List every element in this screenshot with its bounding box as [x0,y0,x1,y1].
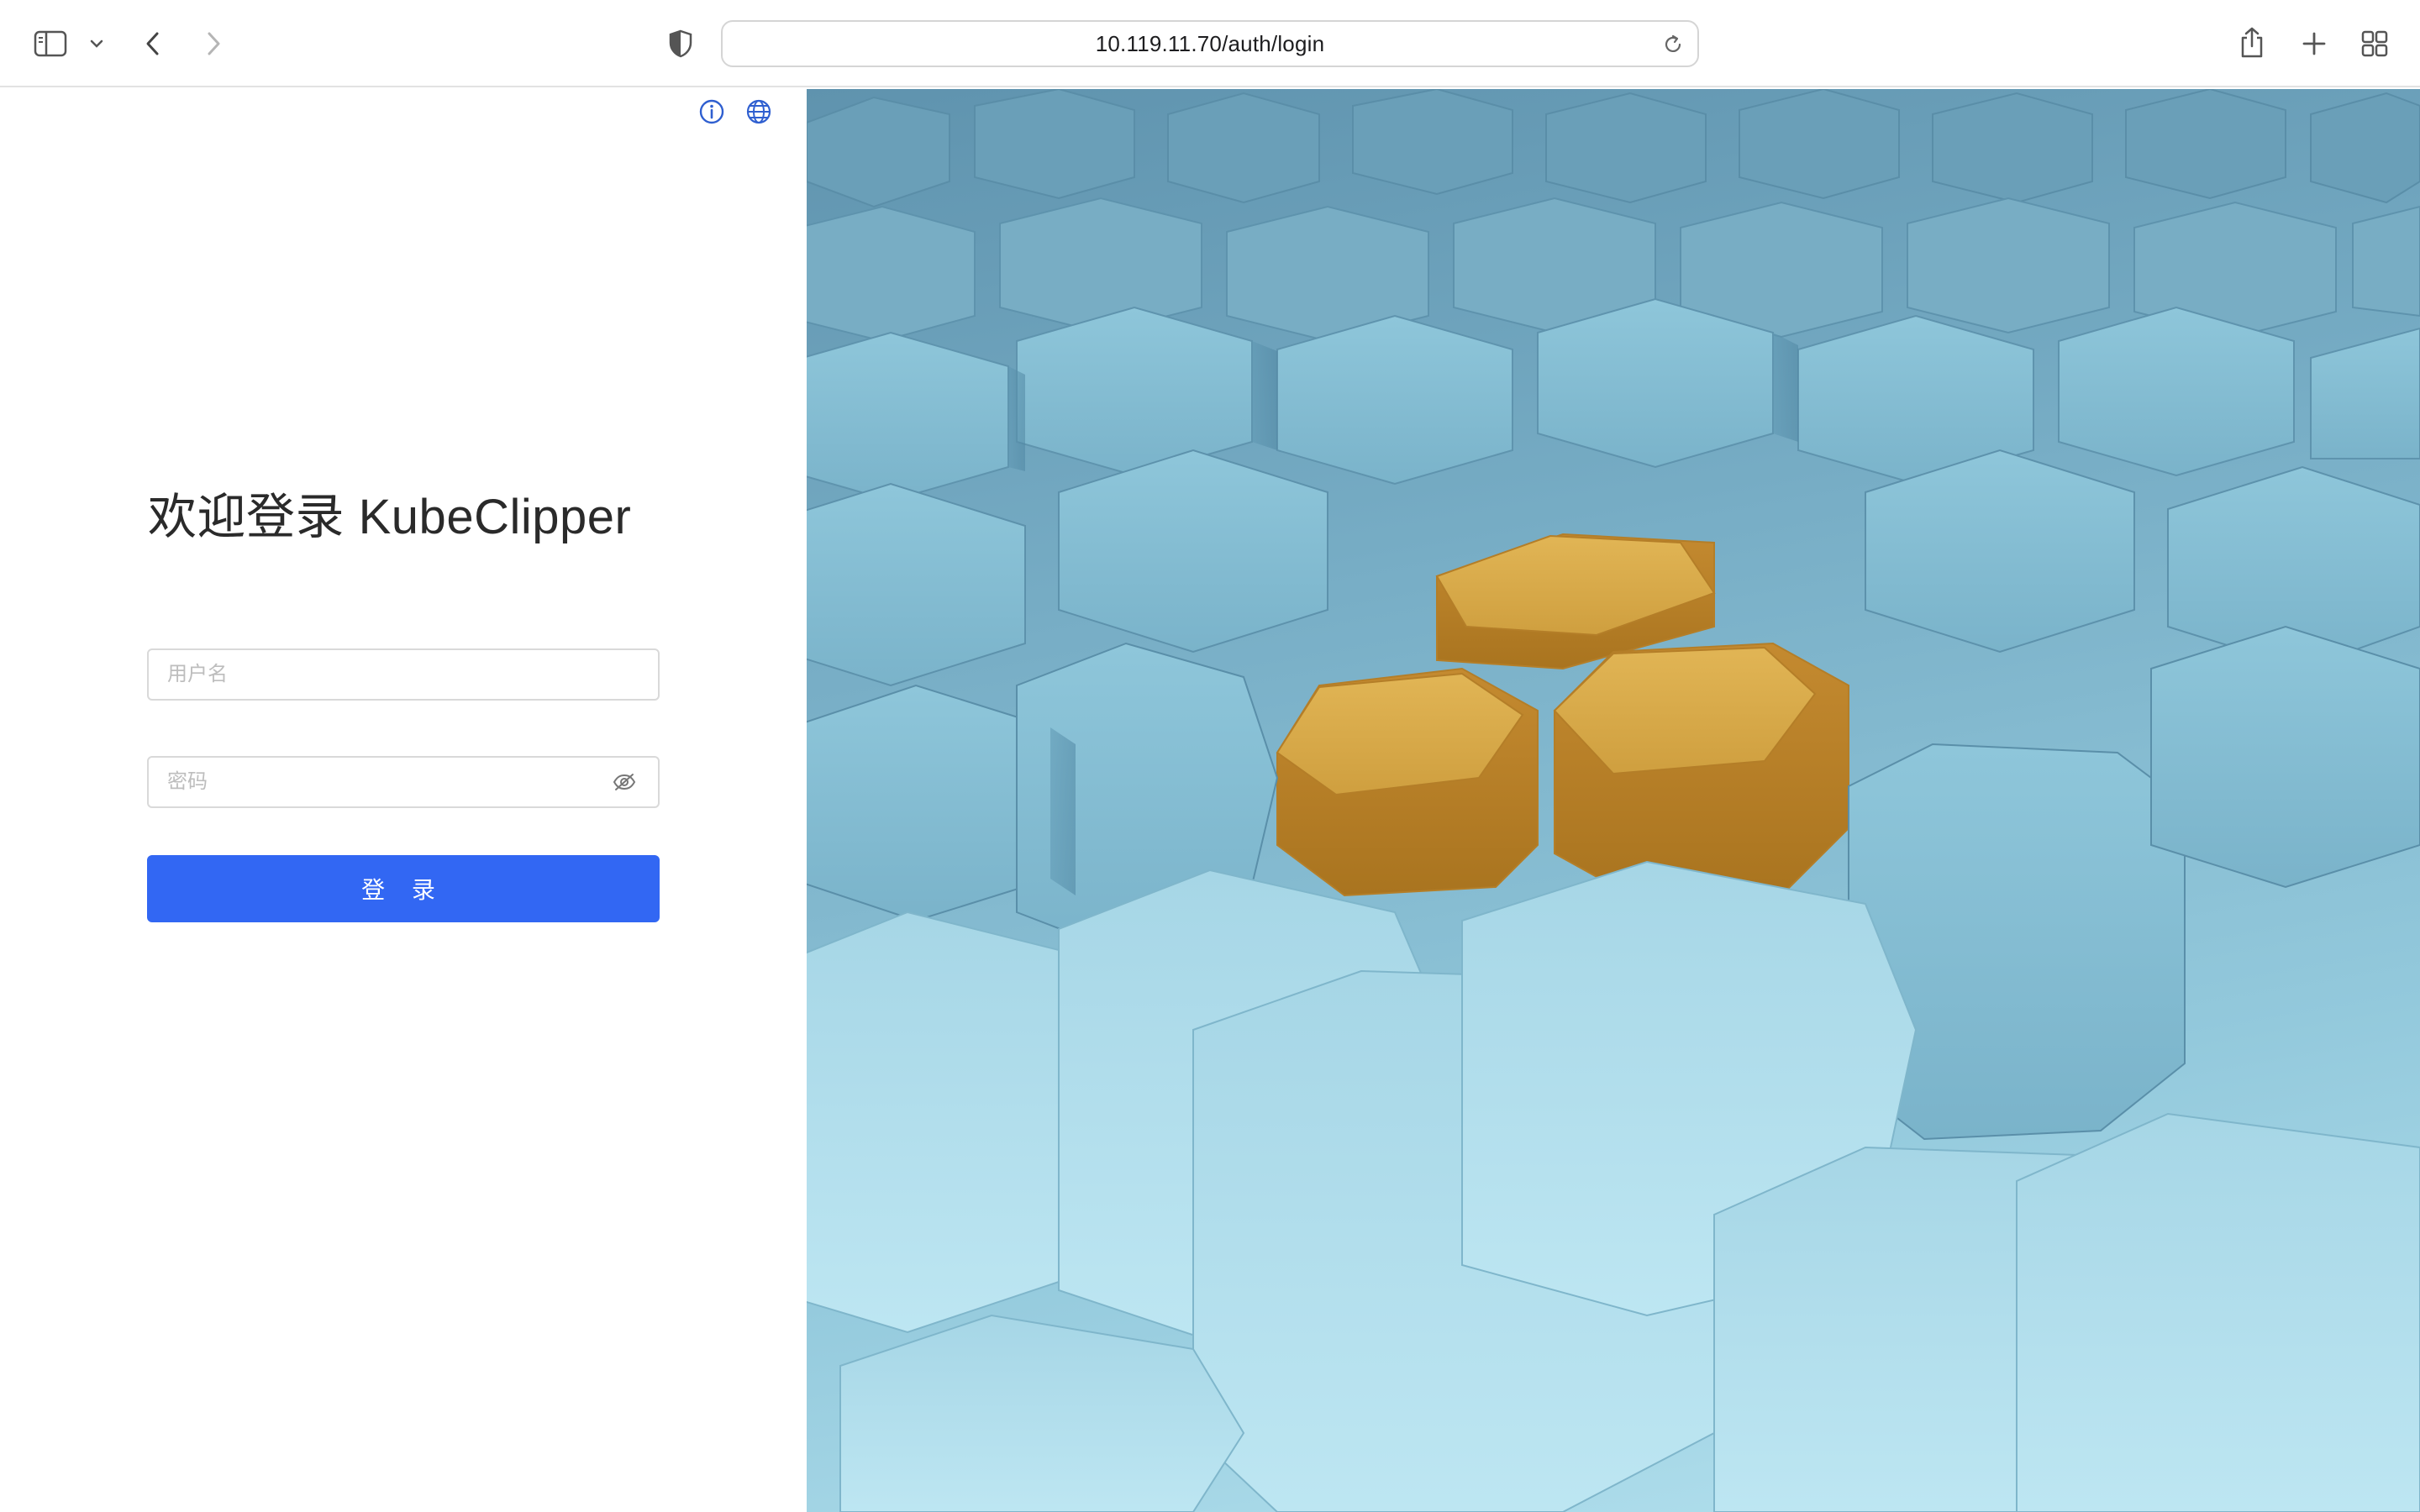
eye-invisible-icon[interactable] [609,767,639,797]
browser-toolbar: 10.119.11.70/auth/login [0,0,2420,87]
username-input[interactable] [167,650,639,699]
reload-icon[interactable] [1660,32,1686,57]
password-field[interactable] [147,756,660,808]
sidebar-toggle-icon[interactable] [32,27,69,60]
username-field[interactable] [147,648,660,701]
login-panel: 欢迎登录 KubeClipper 登 录 [0,89,807,1512]
hexagon-background-image [807,89,2420,1512]
language-globe-icon[interactable] [744,97,773,126]
welcome-title: 欢迎登录 KubeClipper [148,490,632,544]
password-input[interactable] [167,758,609,806]
info-icon[interactable] [697,97,726,126]
chevron-down-icon[interactable] [84,32,109,55]
new-tab-plus-icon[interactable] [2297,27,2331,60]
privacy-shield-icon[interactable] [664,27,697,60]
tab-overview-icon[interactable] [2358,27,2391,60]
url-text[interactable]: 10.119.11.70/auth/login [1096,31,1325,57]
panel-top-icons [697,97,773,126]
back-arrow-icon[interactable] [138,25,168,62]
forward-arrow-icon[interactable] [198,25,229,62]
share-icon[interactable] [2235,24,2269,62]
address-bar[interactable]: 10.119.11.70/auth/login [721,20,1699,67]
login-button[interactable]: 登 录 [147,855,660,922]
